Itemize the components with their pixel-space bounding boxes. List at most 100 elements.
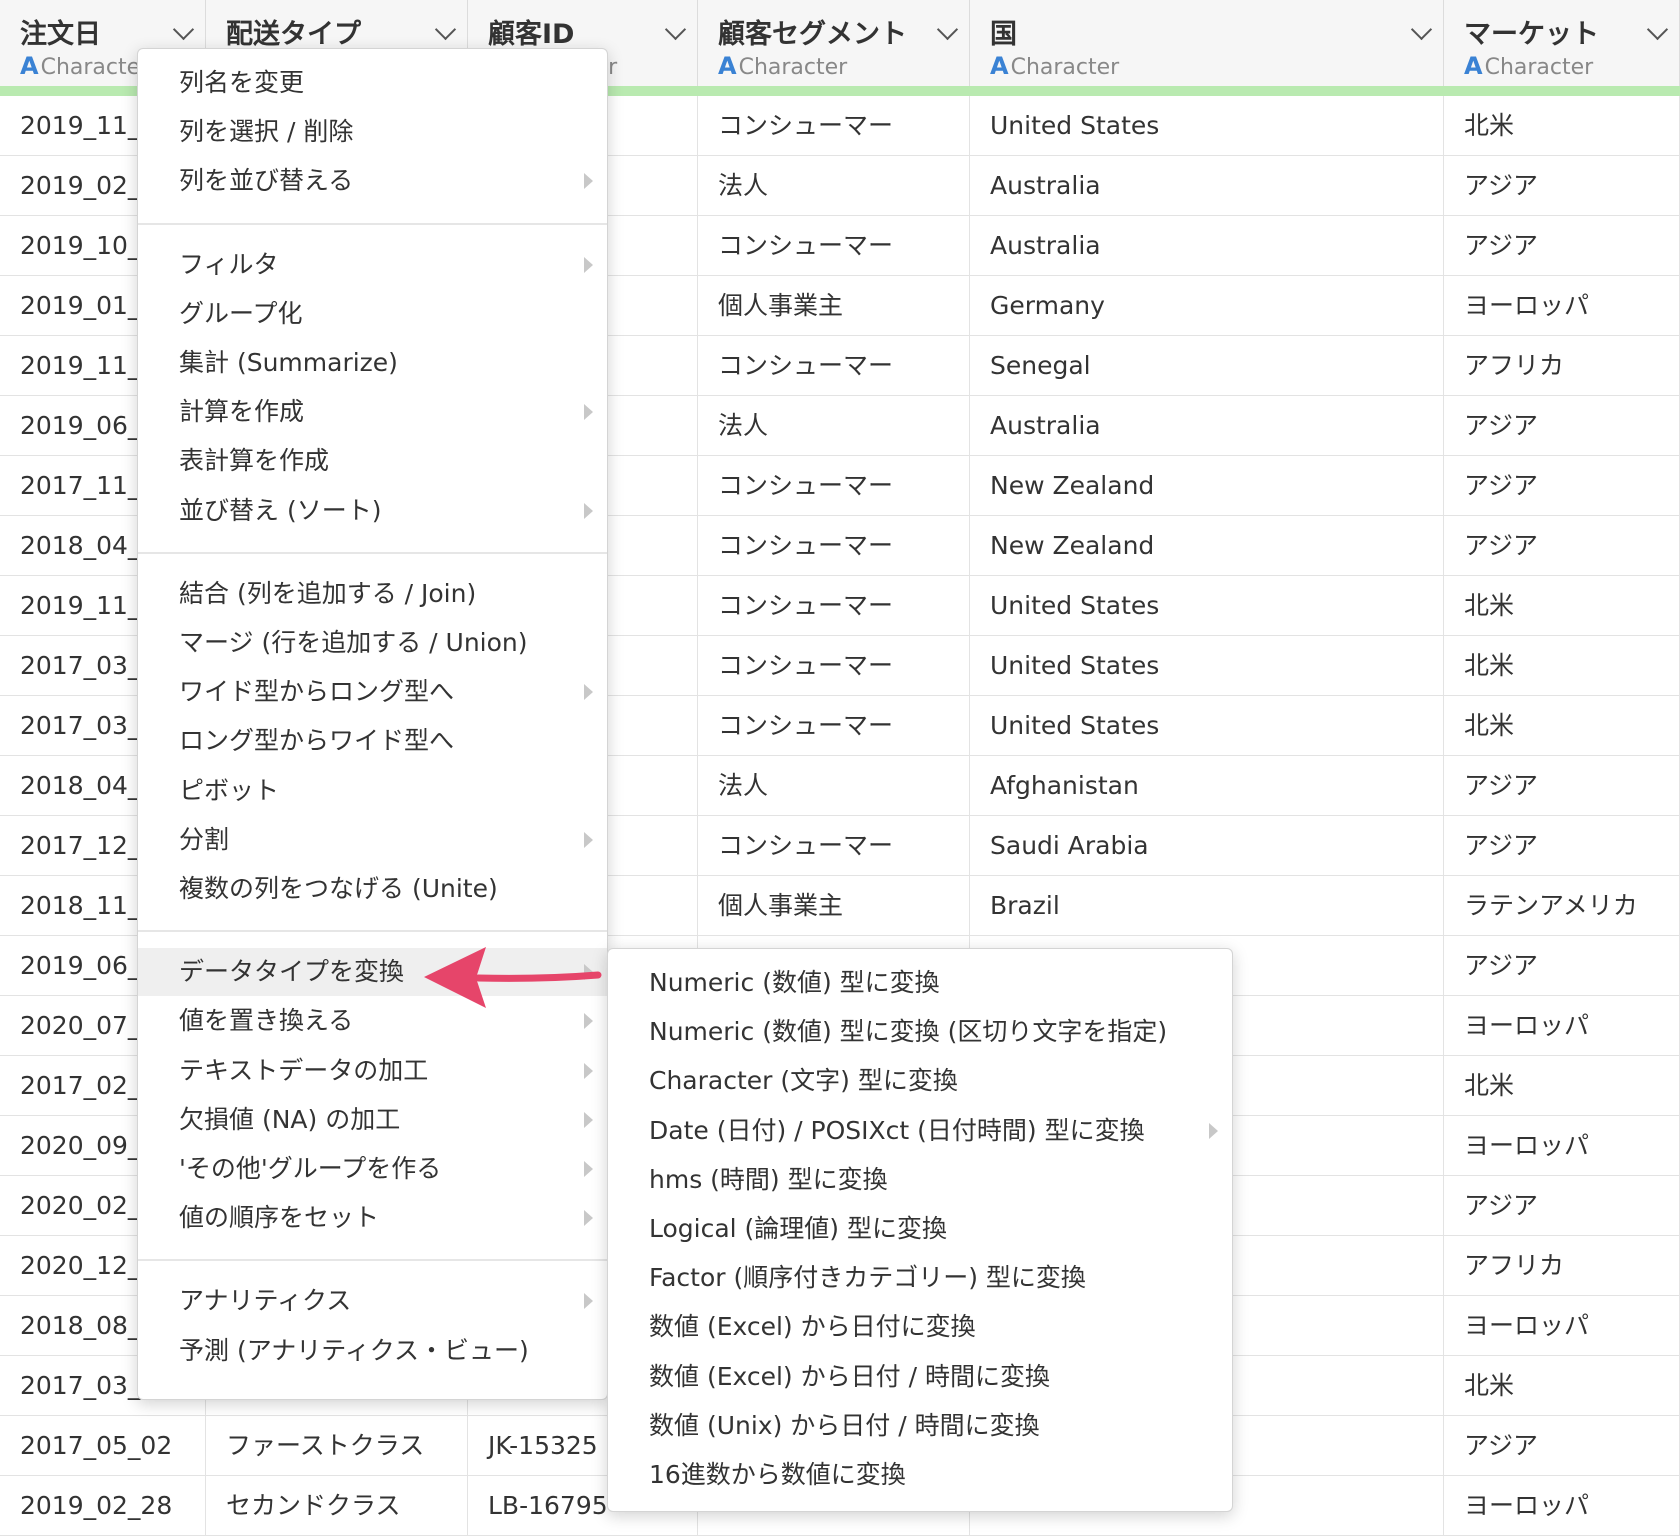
table-cell[interactable]: 法人 bbox=[698, 396, 970, 456]
table-cell[interactable]: Australia bbox=[970, 396, 1444, 456]
table-cell[interactable]: アフリカ bbox=[1444, 336, 1680, 396]
table-cell[interactable]: New Zealand bbox=[970, 516, 1444, 576]
menu-item[interactable]: ピボット bbox=[138, 767, 607, 815]
table-cell[interactable]: 個人事業主 bbox=[698, 876, 970, 936]
menu-item[interactable]: 集計 (Summarize) bbox=[138, 339, 607, 387]
table-cell[interactable]: アジア bbox=[1444, 1176, 1680, 1236]
column-header[interactable]: マーケット ACharacter bbox=[1444, 0, 1680, 92]
table-cell[interactable]: United States bbox=[970, 96, 1444, 156]
table-cell[interactable]: Australia bbox=[970, 216, 1444, 276]
table-cell[interactable]: Saudi Arabia bbox=[970, 816, 1444, 876]
menu-item[interactable]: ロング型からワイド型へ bbox=[138, 717, 607, 765]
menu-item[interactable]: テキストデータの加工 bbox=[138, 1047, 607, 1095]
menu-item[interactable]: Factor (順序付きカテゴリー) 型に変換 bbox=[608, 1254, 1232, 1302]
menu-item[interactable]: 結合 (列を追加する / Join) bbox=[138, 570, 607, 618]
table-cell[interactable]: Australia bbox=[970, 156, 1444, 216]
table-cell[interactable]: コンシューマー bbox=[698, 96, 970, 156]
menu-item[interactable]: 数値 (Excel) から日付 / 時間に変換 bbox=[608, 1353, 1232, 1401]
table-cell[interactable]: アジア bbox=[1444, 1416, 1680, 1476]
table-cell[interactable]: ヨーロッパ bbox=[1444, 276, 1680, 336]
menu-item[interactable]: フィルタ bbox=[138, 241, 607, 289]
menu-item[interactable]: グループ化 bbox=[138, 290, 607, 338]
menu-item[interactable]: ワイド型からロング型へ bbox=[138, 668, 607, 716]
menu-item[interactable]: 欠損値 (NA) の加工 bbox=[138, 1096, 607, 1144]
menu-item[interactable]: 計算を作成 bbox=[138, 388, 607, 436]
menu-item[interactable]: Logical (論理値) 型に変換 bbox=[608, 1205, 1232, 1253]
table-cell[interactable]: アジア bbox=[1444, 396, 1680, 456]
menu-item[interactable]: hms (時間) 型に変換 bbox=[608, 1156, 1232, 1204]
table-cell[interactable]: 北米 bbox=[1444, 1356, 1680, 1416]
table-cell[interactable]: 法人 bbox=[698, 756, 970, 816]
chevron-down-icon[interactable] bbox=[664, 18, 687, 41]
menu-item[interactable]: 表計算を作成 bbox=[138, 437, 607, 485]
table-cell[interactable]: 北米 bbox=[1444, 96, 1680, 156]
chevron-down-icon[interactable] bbox=[434, 18, 457, 41]
table-cell[interactable]: コンシューマー bbox=[698, 696, 970, 756]
chevron-down-icon[interactable] bbox=[1410, 18, 1433, 41]
table-cell[interactable]: コンシューマー bbox=[698, 636, 970, 696]
table-cell[interactable]: コンシューマー bbox=[698, 216, 970, 276]
table-cell[interactable]: アジア bbox=[1444, 816, 1680, 876]
table-cell[interactable]: ラテンアメリカ bbox=[1444, 876, 1680, 936]
table-cell[interactable]: コンシューマー bbox=[698, 816, 970, 876]
table-cell[interactable]: United States bbox=[970, 636, 1444, 696]
table-cell[interactable]: 2019_02_28 bbox=[0, 1476, 206, 1536]
table-cell[interactable]: アジア bbox=[1444, 456, 1680, 516]
menu-item[interactable]: 複数の列をつなげる (Unite) bbox=[138, 865, 607, 913]
menu-item[interactable]: アナリティクス bbox=[138, 1277, 607, 1325]
table-cell[interactable]: Senegal bbox=[970, 336, 1444, 396]
menu-item[interactable]: マージ (行を追加する / Union) bbox=[138, 619, 607, 667]
table-cell[interactable]: 北米 bbox=[1444, 576, 1680, 636]
menu-item[interactable]: 並び替え (ソート) bbox=[138, 487, 607, 535]
chevron-down-icon[interactable] bbox=[1646, 18, 1669, 41]
table-cell[interactable]: セカンドクラス bbox=[206, 1476, 468, 1536]
menu-item[interactable]: 数値 (Unix) から日付 / 時間に変換 bbox=[608, 1402, 1232, 1450]
chevron-down-icon[interactable] bbox=[172, 18, 195, 41]
table-cell[interactable]: アジア bbox=[1444, 156, 1680, 216]
menu-item[interactable]: 分割 bbox=[138, 816, 607, 864]
table-cell[interactable]: 北米 bbox=[1444, 636, 1680, 696]
table-cell[interactable]: ヨーロッパ bbox=[1444, 996, 1680, 1056]
menu-item[interactable]: 数値 (Excel) から日付に変換 bbox=[608, 1303, 1232, 1351]
menu-item[interactable]: Numeric (数値) 型に変換 bbox=[608, 959, 1232, 1007]
table-cell[interactable]: コンシューマー bbox=[698, 456, 970, 516]
table-cell[interactable]: 個人事業主 bbox=[698, 276, 970, 336]
table-cell[interactable]: ファーストクラス bbox=[206, 1416, 468, 1476]
menu-item[interactable]: 値の順序をセット bbox=[138, 1194, 607, 1242]
table-cell[interactable]: Brazil bbox=[970, 876, 1444, 936]
menu-item[interactable]: 列を選択 / 削除 bbox=[138, 108, 607, 156]
table-cell[interactable]: ヨーロッパ bbox=[1444, 1116, 1680, 1176]
menu-item[interactable]: 予測 (アナリティクス・ビュー) bbox=[138, 1327, 607, 1375]
column-header[interactable]: 顧客セグメント ACharacter bbox=[698, 0, 970, 92]
table-cell[interactable]: アフリカ bbox=[1444, 1236, 1680, 1296]
column-header[interactable]: 国 ACharacter bbox=[970, 0, 1444, 92]
table-cell[interactable]: アジア bbox=[1444, 216, 1680, 276]
menu-item[interactable]: 列名を変更 bbox=[138, 59, 607, 107]
menu-item[interactable]: 値を置き換える bbox=[138, 997, 607, 1045]
table-cell[interactable]: アジア bbox=[1444, 936, 1680, 996]
table-cell[interactable]: 法人 bbox=[698, 156, 970, 216]
menu-item[interactable]: 'その他'グループを作る bbox=[138, 1145, 607, 1193]
menu-item[interactable]: Date (日付) / POSIXct (日付時間) 型に変換 bbox=[608, 1107, 1232, 1155]
table-cell[interactable]: 北米 bbox=[1444, 1056, 1680, 1116]
table-cell[interactable]: ヨーロッパ bbox=[1444, 1476, 1680, 1536]
menu-item[interactable]: 列を並び替える bbox=[138, 157, 607, 205]
table-cell[interactable]: United States bbox=[970, 576, 1444, 636]
table-cell[interactable]: 北米 bbox=[1444, 696, 1680, 756]
menu-item[interactable]: データタイプを変換 bbox=[138, 948, 607, 997]
table-cell[interactable]: アジア bbox=[1444, 756, 1680, 816]
table-cell[interactable]: New Zealand bbox=[970, 456, 1444, 516]
menu-item[interactable]: Numeric (数値) 型に変換 (区切り文字を指定) bbox=[608, 1008, 1232, 1056]
table-cell[interactable]: 2017_05_02 bbox=[0, 1416, 206, 1476]
table-cell[interactable]: Germany bbox=[970, 276, 1444, 336]
table-cell[interactable]: Afghanistan bbox=[970, 756, 1444, 816]
menu-item[interactable]: 16進数から数値に変換 bbox=[608, 1451, 1232, 1499]
table-cell[interactable]: ヨーロッパ bbox=[1444, 1296, 1680, 1356]
table-cell[interactable]: United States bbox=[970, 696, 1444, 756]
table-cell[interactable]: コンシューマー bbox=[698, 576, 970, 636]
table-cell[interactable]: コンシューマー bbox=[698, 336, 970, 396]
table-cell[interactable]: コンシューマー bbox=[698, 516, 970, 576]
menu-item[interactable]: Character (文字) 型に変換 bbox=[608, 1057, 1232, 1105]
table-cell[interactable]: アジア bbox=[1444, 516, 1680, 576]
chevron-down-icon[interactable] bbox=[936, 18, 959, 41]
